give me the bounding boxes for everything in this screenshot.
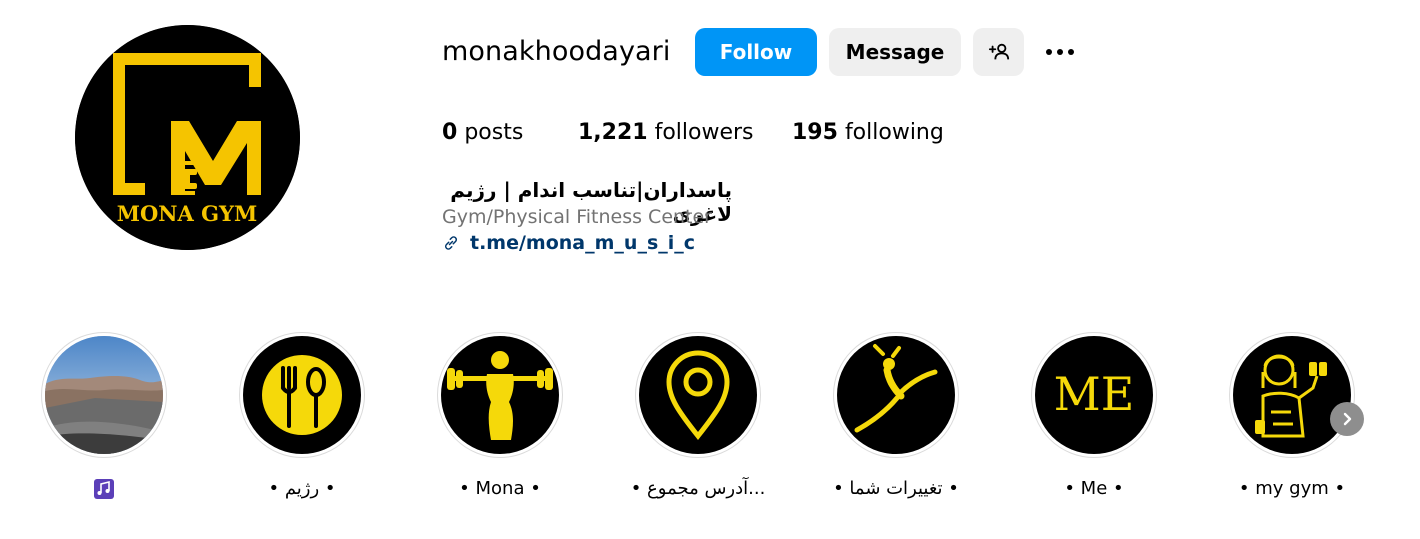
me-cover-text: ME (1054, 367, 1135, 421)
highlight-cover (639, 336, 757, 454)
more-dot (1068, 49, 1074, 55)
location-pin-icon (666, 350, 730, 441)
followers-label: followers (654, 120, 754, 145)
highlight-label: • Mona • (459, 478, 541, 499)
follow-button[interactable]: Follow (695, 28, 817, 76)
highlight-cover (1233, 336, 1351, 454)
more-horizontal-icon (1046, 49, 1052, 55)
avatar-brand-text: MONA GYM (117, 201, 258, 226)
bio-category: Gym/Physical Fitness Center (442, 206, 712, 228)
highlight-ring: ME (1031, 332, 1157, 458)
highlight-ring (437, 332, 563, 458)
highlight-cover (243, 336, 361, 454)
profile-username: monakhoodayari (442, 36, 671, 67)
suggest-similar-button[interactable] (973, 28, 1024, 76)
highlight-ring (635, 332, 761, 458)
posts-count: 0 (442, 120, 458, 145)
dancer-leap-icon (854, 344, 938, 433)
woman-dumbbell-icon (1255, 354, 1327, 438)
highlight-address[interactable]: • آدرس مجموع... (598, 332, 798, 499)
chevron-right-icon (1343, 412, 1352, 426)
link-icon (444, 236, 458, 250)
following-label: following (844, 120, 944, 145)
following-count: 195 (792, 120, 838, 145)
highlight-label: • تغییرات شما • (833, 478, 959, 499)
stat-following[interactable]: 195 following (792, 120, 944, 145)
more-dot (1057, 49, 1063, 55)
barbell-woman-icon (447, 351, 553, 440)
highlights-next-button[interactable] (1330, 402, 1364, 436)
highlight-label: • my gym • (1238, 478, 1346, 499)
message-button[interactable]: Message (829, 28, 961, 76)
mona-gym-logo-icon: MONA GYM (75, 25, 300, 250)
road-landscape-photo-icon (45, 336, 163, 454)
highlight-ring (833, 332, 959, 458)
highlight-cover (837, 336, 955, 454)
followers-count: 1,221 (578, 120, 648, 145)
highlight-cover (45, 336, 163, 454)
highlight-ring (239, 332, 365, 458)
me-text-icon: ME (1054, 367, 1135, 421)
highlight-cover (441, 336, 559, 454)
music-note-icon (94, 479, 114, 499)
highlight-cover: ME (1035, 336, 1153, 454)
person-plus-icon (988, 43, 1009, 60)
highlight-diet[interactable]: • رژیم • (202, 332, 402, 499)
more-options-button[interactable] (1040, 36, 1080, 68)
fork-spoon-icon (262, 355, 342, 435)
profile-avatar[interactable]: MONA GYM (75, 25, 300, 250)
highlight-label: • Me • (1064, 478, 1124, 499)
highlight-me[interactable]: ME • Me • (994, 332, 1194, 499)
highlight-label: • آدرس مجموع... (630, 478, 766, 499)
bio-link-text: t.me/mona_m_u_s_i_c (470, 232, 696, 254)
highlight-ring (41, 332, 167, 458)
highlight-label (93, 478, 115, 505)
stat-followers[interactable]: 1,221 followers (578, 120, 754, 145)
highlight-music[interactable] (4, 332, 204, 505)
highlight-changes[interactable]: • تغییرات شما • (796, 332, 996, 499)
highlight-label: • رژیم • (268, 478, 336, 499)
posts-label: posts (464, 120, 524, 145)
stat-posts: 0 posts (442, 120, 523, 145)
bio-link[interactable]: t.me/mona_m_u_s_i_c (442, 232, 695, 254)
highlight-ring (1229, 332, 1355, 458)
highlight-mona[interactable]: • Mona • (400, 332, 600, 499)
